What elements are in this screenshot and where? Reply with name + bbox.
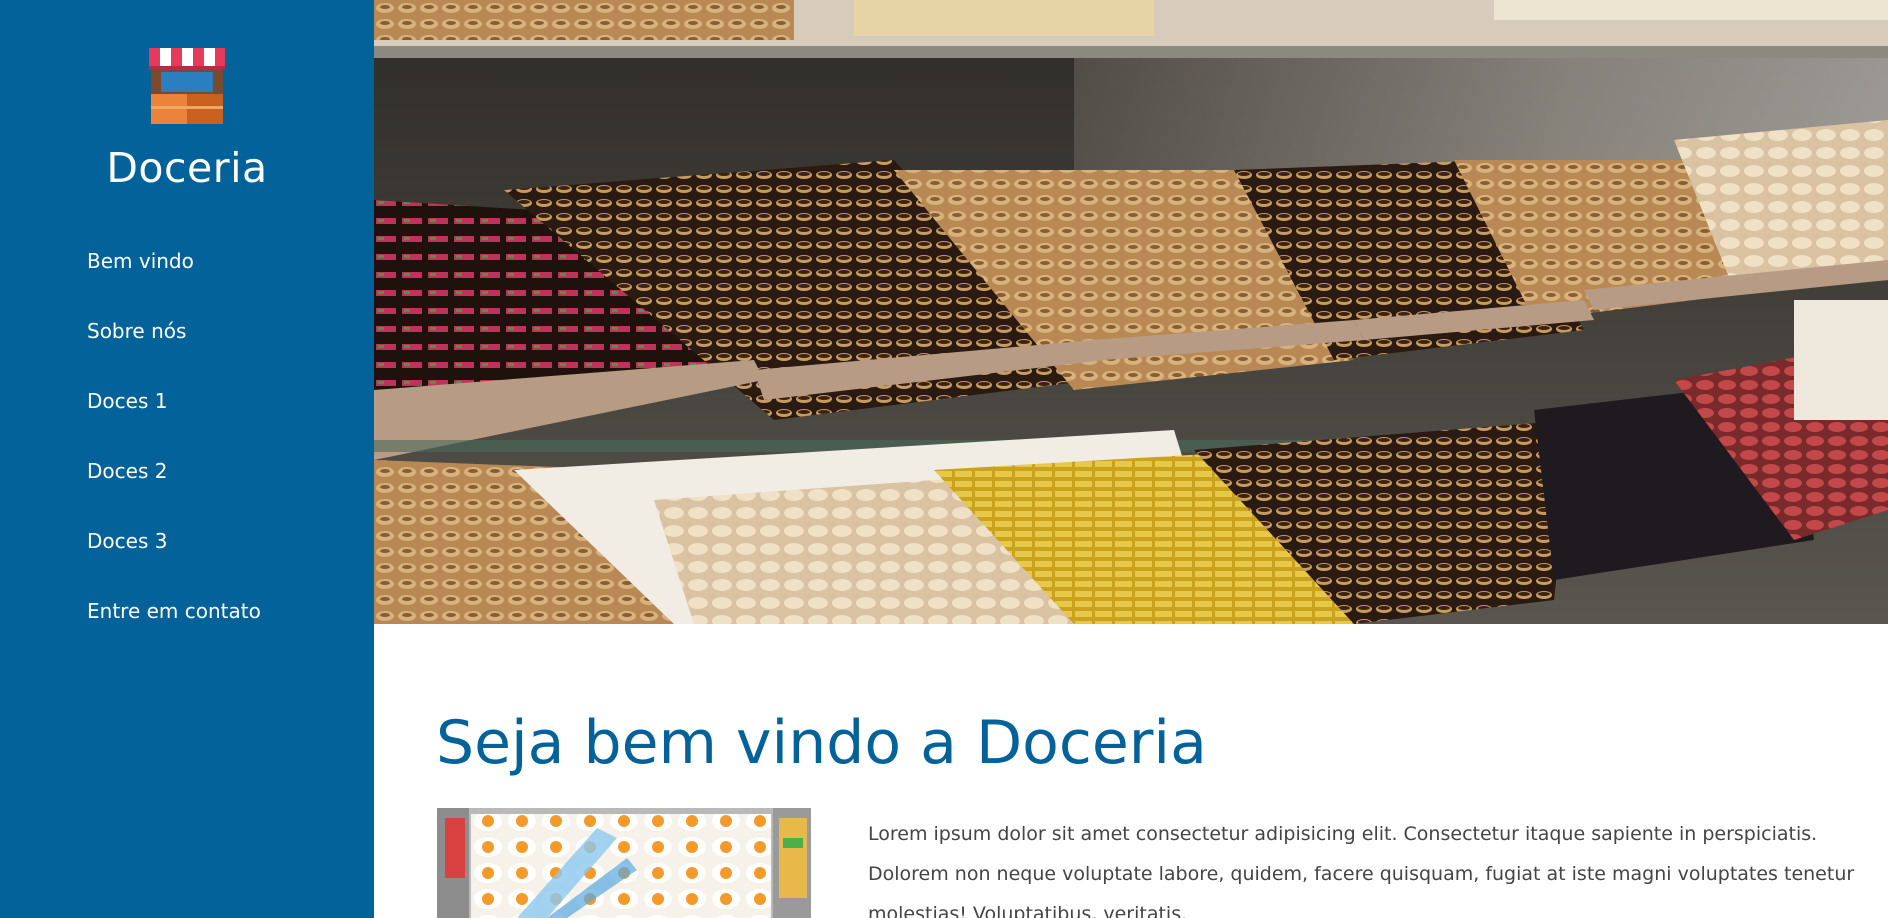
candy-image — [437, 808, 811, 918]
nav-item-sobre-nos[interactable]: Sobre nós — [87, 316, 261, 386]
sidebar-nav: Bem vindo Sobre nós Doces 1 Doces 2 Doce… — [87, 246, 261, 666]
shop-icon[interactable] — [149, 48, 225, 124]
welcome-paragraph: Lorem ipsum dolor sit amet consectetur a… — [868, 823, 1855, 918]
sidebar: Doceria Bem vindo Sobre nós Doces 1 Doce… — [0, 0, 374, 918]
page-title: Seja bem vindo a Doceria — [436, 708, 1207, 778]
nav-item-doces-1[interactable]: Doces 1 — [87, 386, 261, 456]
nav-item-doces-2[interactable]: Doces 2 — [87, 456, 261, 526]
brand-name[interactable]: Doceria — [0, 144, 374, 192]
main-content: Seja bem vindo a Doceria Lorem ipsum dol… — [374, 624, 1888, 918]
hero-image-bakery-display — [374, 0, 1888, 624]
nav-item-doces-3[interactable]: Doces 3 — [87, 526, 261, 596]
nav-item-bem-vindo[interactable]: Bem vindo — [87, 246, 261, 316]
nav-item-contato[interactable]: Entre em contato — [87, 596, 261, 666]
